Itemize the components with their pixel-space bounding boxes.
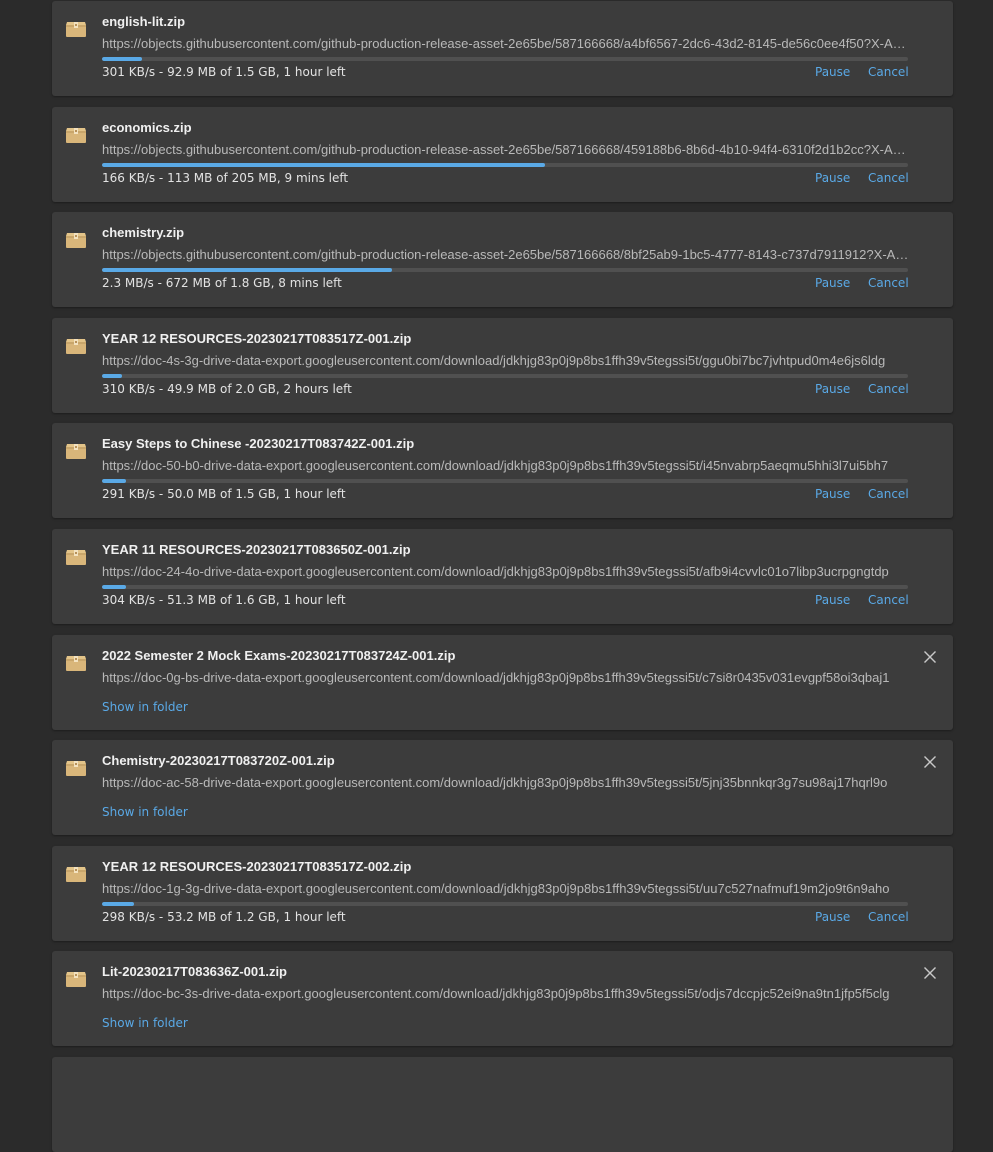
file-name: Easy Steps to Chinese -20230217T083742Z-… bbox=[102, 436, 415, 451]
source-url: https://objects.githubusercontent.com/gi… bbox=[102, 247, 912, 262]
archive-box-icon bbox=[65, 546, 87, 566]
download-status: 298 KB/s - 53.2 MB of 1.2 GB, 1 hour lef… bbox=[102, 910, 346, 924]
download-item[interactable] bbox=[52, 1057, 953, 1152]
pause-button[interactable]: Pause bbox=[815, 276, 850, 290]
archive-box-icon bbox=[65, 124, 87, 144]
pause-button[interactable]: Pause bbox=[815, 487, 850, 501]
progress-fill bbox=[102, 163, 546, 167]
download-item[interactable]: 2022 Semester 2 Mock Exams-20230217T0837… bbox=[52, 635, 953, 730]
archive-box-icon bbox=[65, 335, 87, 355]
progress-fill bbox=[102, 268, 393, 272]
close-icon[interactable] bbox=[922, 754, 938, 770]
file-name: Lit-20230217T083636Z-001.zip bbox=[102, 964, 287, 979]
progress-bar bbox=[102, 163, 908, 167]
file-name: Chemistry-20230217T083720Z-001.zip bbox=[102, 753, 335, 768]
cancel-button[interactable]: Cancel bbox=[868, 487, 909, 501]
archive-box-icon bbox=[65, 968, 87, 988]
progress-fill bbox=[102, 902, 135, 906]
pause-button[interactable]: Pause bbox=[815, 171, 850, 185]
cancel-button[interactable]: Cancel bbox=[868, 171, 909, 185]
source-url: https://doc-0g-bs-drive-data-export.goog… bbox=[102, 670, 890, 685]
file-name: 2022 Semester 2 Mock Exams-20230217T0837… bbox=[102, 648, 456, 663]
cancel-button[interactable]: Cancel bbox=[868, 276, 909, 290]
progress-fill bbox=[102, 57, 143, 61]
progress-fill bbox=[102, 374, 123, 378]
progress-bar bbox=[102, 585, 908, 589]
download-item[interactable]: Lit-20230217T083636Z-001.zip https://doc-… bbox=[52, 951, 953, 1046]
downloads-list: english-lit.zip https://objects.githubuse… bbox=[0, 0, 993, 1152]
archive-box-icon bbox=[65, 863, 87, 883]
source-url: https://doc-ac-58-drive-data-export.goog… bbox=[102, 775, 888, 790]
progress-bar bbox=[102, 374, 908, 378]
file-name: YEAR 12 RESOURCES-20230217T083517Z-002.z… bbox=[102, 859, 412, 874]
pause-button[interactable]: Pause bbox=[815, 593, 850, 607]
download-item[interactable]: english-lit.zip https://objects.githubuse… bbox=[52, 1, 953, 96]
cancel-button[interactable]: Cancel bbox=[868, 65, 909, 79]
archive-box-icon bbox=[65, 757, 87, 777]
progress-fill bbox=[102, 585, 127, 589]
download-status: 2.3 MB/s - 672 MB of 1.8 GB, 8 mins left bbox=[102, 276, 342, 290]
show-in-folder-link[interactable]: Show in folder bbox=[102, 805, 188, 819]
download-status: 304 KB/s - 51.3 MB of 1.6 GB, 1 hour lef… bbox=[102, 593, 346, 607]
file-name: chemistry.zip bbox=[102, 225, 185, 240]
download-item[interactable]: chemistry.zip https://objects.githubuserc… bbox=[52, 212, 953, 307]
progress-bar bbox=[102, 268, 908, 272]
show-in-folder-link[interactable]: Show in folder bbox=[102, 1016, 188, 1030]
progress-bar bbox=[102, 479, 908, 483]
download-status: 166 KB/s - 113 MB of 205 MB, 9 mins left bbox=[102, 171, 349, 185]
source-url: https://doc-4s-3g-drive-data-export.goog… bbox=[102, 353, 886, 368]
download-item[interactable]: Chemistry-20230217T083720Z-001.zip https:… bbox=[52, 740, 953, 835]
archive-box-icon bbox=[65, 229, 87, 249]
download-item[interactable]: YEAR 12 RESOURCES-20230217T083517Z-001.z… bbox=[52, 318, 953, 413]
source-url: https://objects.githubusercontent.com/gi… bbox=[102, 142, 912, 157]
download-status: 310 KB/s - 49.9 MB of 2.0 GB, 2 hours le… bbox=[102, 382, 352, 396]
file-name: YEAR 12 RESOURCES-20230217T083517Z-001.z… bbox=[102, 331, 412, 346]
download-status: 291 KB/s - 50.0 MB of 1.5 GB, 1 hour lef… bbox=[102, 487, 346, 501]
source-url: https://doc-50-b0-drive-data-export.goog… bbox=[102, 458, 889, 473]
progress-bar bbox=[102, 57, 908, 61]
pause-button[interactable]: Pause bbox=[815, 65, 850, 79]
file-name: economics.zip bbox=[102, 120, 192, 135]
source-url: https://doc-1g-3g-drive-data-export.goog… bbox=[102, 881, 890, 896]
progress-fill bbox=[102, 479, 127, 483]
file-name: YEAR 11 RESOURCES-20230217T083650Z-001.z… bbox=[102, 542, 411, 557]
download-item[interactable]: Easy Steps to Chinese -20230217T083742Z-… bbox=[52, 423, 953, 518]
show-in-folder-link[interactable]: Show in folder bbox=[102, 700, 188, 714]
download-item[interactable]: YEAR 11 RESOURCES-20230217T083650Z-001.z… bbox=[52, 529, 953, 624]
archive-box-icon bbox=[65, 18, 87, 38]
download-item[interactable]: economics.zip https://objects.githubuserc… bbox=[52, 107, 953, 202]
progress-bar bbox=[102, 902, 908, 906]
cancel-button[interactable]: Cancel bbox=[868, 910, 909, 924]
cancel-button[interactable]: Cancel bbox=[868, 593, 909, 607]
archive-box-icon bbox=[65, 652, 87, 672]
pause-button[interactable]: Pause bbox=[815, 910, 850, 924]
source-url: https://objects.githubusercontent.com/gi… bbox=[102, 36, 912, 51]
source-url: https://doc-bc-3s-drive-data-export.goog… bbox=[102, 986, 890, 1001]
cancel-button[interactable]: Cancel bbox=[868, 382, 909, 396]
close-icon[interactable] bbox=[922, 965, 938, 981]
source-url: https://doc-24-4o-drive-data-export.goog… bbox=[102, 564, 889, 579]
file-name: english-lit.zip bbox=[102, 14, 186, 29]
download-status: 301 KB/s - 92.9 MB of 1.5 GB, 1 hour lef… bbox=[102, 65, 346, 79]
archive-box-icon bbox=[65, 440, 87, 460]
close-icon[interactable] bbox=[922, 649, 938, 665]
download-item[interactable]: YEAR 12 RESOURCES-20230217T083517Z-002.z… bbox=[52, 846, 953, 941]
pause-button[interactable]: Pause bbox=[815, 382, 850, 396]
